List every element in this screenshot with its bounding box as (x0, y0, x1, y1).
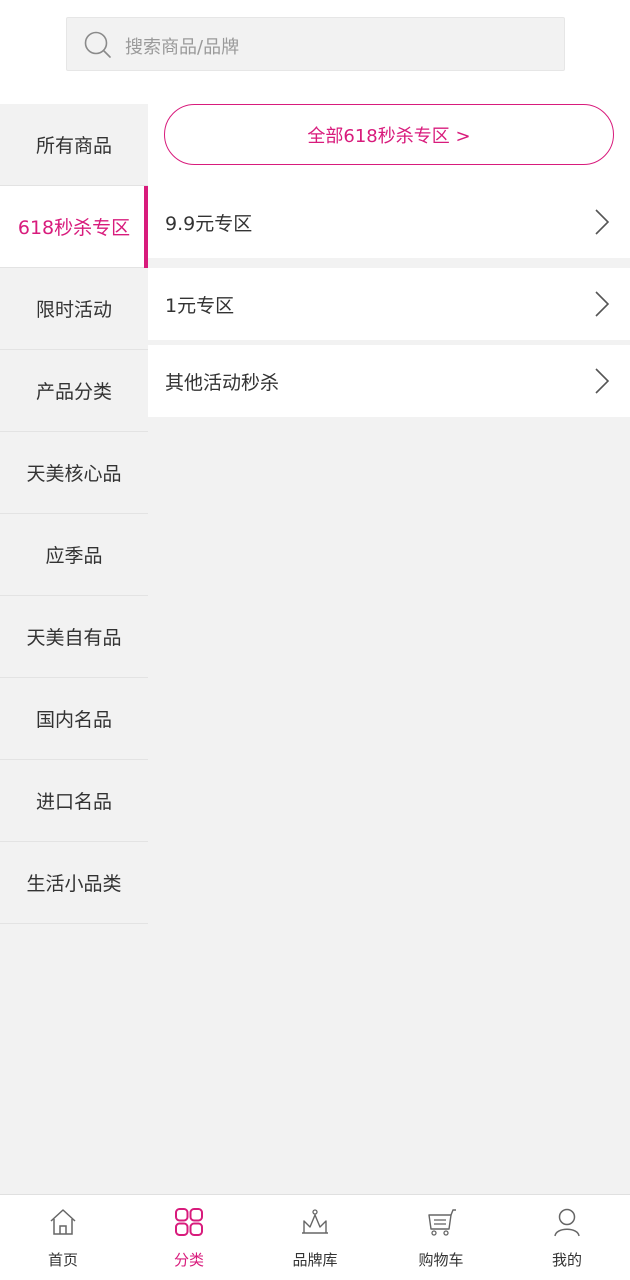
sidebar-item-seasonal[interactable]: 应季品 (0, 514, 148, 596)
sidebar-item-product-category[interactable]: 产品分类 (0, 350, 148, 432)
cart-icon (428, 1209, 456, 1236)
tab-label: 首页 (47, 1251, 78, 1269)
search-input[interactable]: 搜索商品/品牌 (66, 17, 565, 71)
subcategory-label: 9.9元专区 (165, 212, 253, 235)
tab-label: 我的 (551, 1251, 582, 1269)
user-icon (554, 1208, 580, 1237)
header: 搜索商品/品牌 (0, 0, 630, 104)
sidebar-item-domestic-brands[interactable]: 国内名品 (0, 678, 148, 760)
search-icon (84, 31, 111, 58)
subcategory-row[interactable]: 1元专区 (148, 268, 630, 340)
tab-cart[interactable]: 购物车 (378, 1195, 504, 1280)
sidebar-item-all-products[interactable]: 所有商品 (0, 104, 148, 186)
sidebar-item-core-products[interactable]: 天美核心品 (0, 432, 148, 514)
subcategory-panel: 全部618秒杀专区 > 9.9元专区 1元专区 其他活动秒杀 (148, 104, 630, 1194)
subcategory-row[interactable]: 9.9元专区 (148, 186, 630, 258)
tab-category[interactable]: 分类 (126, 1195, 252, 1280)
subcategory-label: 1元专区 (165, 294, 235, 317)
tab-label: 分类 (173, 1251, 204, 1269)
tab-home[interactable]: 首页 (0, 1195, 126, 1280)
sidebar-item-daily-goods[interactable]: 生活小品类 (0, 842, 148, 924)
bottom-tab-bar: 首页 分类 品牌库 购物车 我的 (0, 1194, 630, 1280)
crown-icon (302, 1209, 328, 1234)
grid-icon (175, 1208, 203, 1236)
sidebar-item-imported-brands[interactable]: 进口名品 (0, 760, 148, 842)
chevron-right-icon (595, 368, 610, 394)
tab-profile[interactable]: 我的 (504, 1195, 630, 1280)
chevron-right-icon (595, 209, 610, 235)
tab-brands[interactable]: 品牌库 (252, 1195, 378, 1280)
home-icon (50, 1209, 76, 1235)
search-placeholder: 搜索商品/品牌 (125, 37, 240, 58)
tab-label: 品牌库 (292, 1251, 338, 1269)
category-sidebar: 所有商品 618秒杀专区 限时活动 产品分类 天美核心品 应季品 天美自有品 国… (0, 104, 148, 1194)
view-all-618-button[interactable]: 全部618秒杀专区 > (164, 104, 614, 165)
app-root: 搜索商品/品牌 所有商品 618秒杀专区 限时活动 产品分类 天美核心品 应季品… (0, 0, 630, 1280)
sidebar-item-618-flash-sale[interactable]: 618秒杀专区 (0, 186, 148, 268)
chevron-right-icon (595, 291, 610, 317)
subcategory-label: 其他活动秒杀 (165, 371, 280, 394)
sidebar-item-own-brand[interactable]: 天美自有品 (0, 596, 148, 678)
sidebar-item-limited-time[interactable]: 限时活动 (0, 268, 148, 350)
all-button-container: 全部618秒杀专区 > (148, 104, 630, 186)
subcategory-row[interactable]: 其他活动秒杀 (148, 345, 630, 417)
tab-label: 购物车 (418, 1251, 464, 1269)
